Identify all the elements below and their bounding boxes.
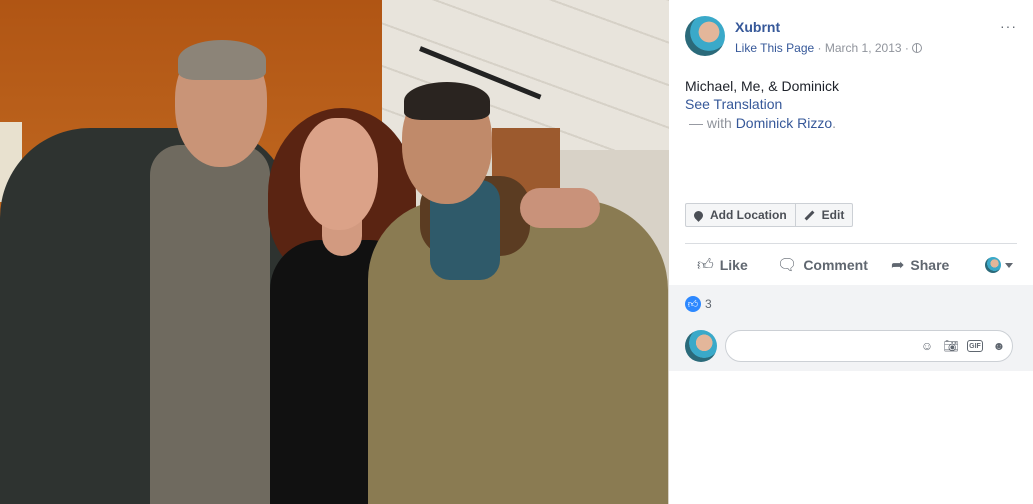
person-middle-head (300, 118, 378, 230)
like-page-link[interactable]: Like This Page (735, 41, 814, 55)
post-date[interactable]: March 1, 2013 (825, 41, 902, 55)
location-pin-icon (692, 208, 705, 222)
post-side-panel: Xubrnt Like This Page · March 1, 2013 · … (669, 0, 1033, 504)
smiley-icon[interactable]: ☺ (919, 338, 935, 354)
post-caption: Michael, Me, & Dominick (685, 78, 840, 94)
person-left-hair (178, 40, 266, 80)
meta-separator: · (814, 41, 825, 55)
edit-button[interactable]: Edit (794, 204, 853, 226)
share-button[interactable]: ➦ Share (891, 255, 949, 275)
pencil-icon (804, 210, 815, 220)
comment-tools: ☺ 📷︎ GIF ☻ (919, 338, 1007, 354)
feedback-section: 👍︎ 3 ☺ 📷︎ GIF ☻ (669, 285, 1033, 371)
gif-icon[interactable]: GIF (967, 340, 983, 352)
camera-icon[interactable]: 📷︎ (943, 338, 959, 354)
like-button[interactable]: 👍︎ Like (697, 256, 748, 275)
with-prefix: — with (689, 115, 736, 131)
thumbs-up-icon: 👍︎ (697, 256, 714, 274)
comment-composer: ☺ 📷︎ GIF ☻ (685, 329, 1017, 363)
reactions-summary[interactable]: 👍︎ 3 (685, 296, 712, 312)
person-right-hair (404, 82, 490, 120)
page-name-link[interactable]: Xubrnt (735, 19, 780, 35)
post-actions: 👍︎ Like 🗨︎ Comment ➦ Share (685, 250, 1017, 280)
speech-bubble-icon: 🗨︎ (777, 257, 798, 274)
person-middle-hand (520, 188, 600, 228)
person-left-shirt (150, 145, 270, 504)
post-edit-buttons: Add Location Edit (685, 203, 854, 227)
add-location-label: Add Location (710, 208, 787, 222)
post-photo[interactable] (0, 0, 669, 504)
edit-label: Edit (821, 208, 845, 222)
comment-label: Comment (803, 257, 868, 273)
like-reaction-icon: 👍︎ (685, 296, 701, 312)
with-suffix: . (832, 115, 837, 131)
chevron-down-icon (1005, 262, 1013, 268)
tagged-person-link[interactable]: Dominick Rizzo (736, 115, 832, 131)
like-label: Like (719, 257, 748, 273)
page-avatar[interactable] (685, 16, 725, 56)
divider (685, 243, 1017, 244)
more-options-button[interactable]: ··· (1000, 18, 1017, 34)
post-header: Xubrnt Like This Page · March 1, 2013 · … (685, 16, 1017, 60)
meta-separator: · (901, 41, 913, 55)
comment-button[interactable]: 🗨︎ Comment (777, 255, 868, 275)
share-arrow-icon: ➦ (891, 257, 905, 274)
tagged-line: — with Dominick Rizzo. (689, 115, 836, 131)
add-location-button[interactable]: Add Location (686, 204, 795, 226)
selector-avatar (985, 257, 1001, 273)
reaction-count: 3 (705, 297, 712, 311)
post-meta: Like This Page · March 1, 2013 · (735, 41, 923, 55)
commenter-avatar[interactable] (685, 330, 717, 362)
share-label: Share (910, 257, 950, 273)
see-translation-link[interactable]: See Translation (685, 96, 782, 112)
post-as-selector[interactable] (985, 257, 1013, 273)
globe-icon[interactable] (912, 43, 923, 53)
sticker-icon[interactable]: ☻ (991, 338, 1007, 354)
